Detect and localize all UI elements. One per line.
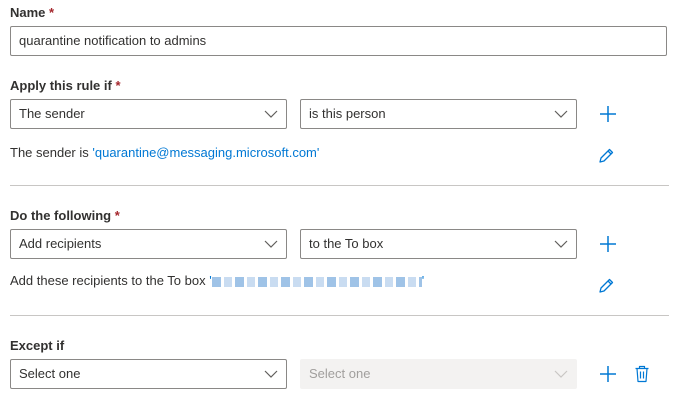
edit-action-button[interactable] (595, 275, 617, 297)
exception-label: Except if (10, 338, 65, 353)
trash-icon (635, 365, 649, 383)
chevron-down-icon (554, 110, 568, 118)
chevron-down-icon (264, 240, 278, 248)
edit-condition-button[interactable] (595, 145, 617, 167)
required-mark: * (49, 5, 55, 20)
chevron-down-icon (264, 110, 278, 118)
action-target-select[interactable]: to the To box (300, 229, 577, 259)
section-divider (10, 315, 669, 316)
add-exception-button[interactable] (597, 363, 619, 385)
plus-icon (600, 106, 616, 122)
required-mark: * (115, 78, 121, 93)
pencil-icon (599, 278, 614, 293)
action-select[interactable]: Add recipients (10, 229, 287, 259)
add-action-button[interactable] (597, 233, 619, 255)
condition-description: The sender is 'quarantine@messaging.micr… (10, 145, 320, 160)
action-description: Add these recipients to the To box ' ' (10, 273, 425, 288)
condition-field-select[interactable]: The sender (10, 99, 287, 129)
sender-address-link[interactable]: 'quarantine@messaging.microsoft.com' (92, 145, 319, 160)
exception-field-select[interactable]: Select one (10, 359, 287, 389)
plus-icon (600, 236, 616, 252)
chevron-down-icon (554, 370, 568, 378)
redacted-recipients[interactable] (211, 276, 422, 287)
pencil-icon (599, 148, 614, 163)
chevron-down-icon (554, 240, 568, 248)
add-condition-button[interactable] (597, 103, 619, 125)
section-divider (10, 185, 669, 186)
action-label: Do the following * (10, 208, 120, 223)
rule-name-input[interactable]: quarantine notification to admins (10, 26, 667, 56)
delete-exception-button[interactable] (631, 363, 653, 385)
exception-operator-select: Select one (300, 359, 577, 389)
name-label: Name * (10, 5, 55, 20)
chevron-down-icon (264, 370, 278, 378)
plus-icon (600, 366, 616, 382)
condition-label: Apply this rule if * (10, 78, 121, 93)
condition-operator-select[interactable]: is this person (300, 99, 577, 129)
required-mark: * (114, 208, 120, 223)
